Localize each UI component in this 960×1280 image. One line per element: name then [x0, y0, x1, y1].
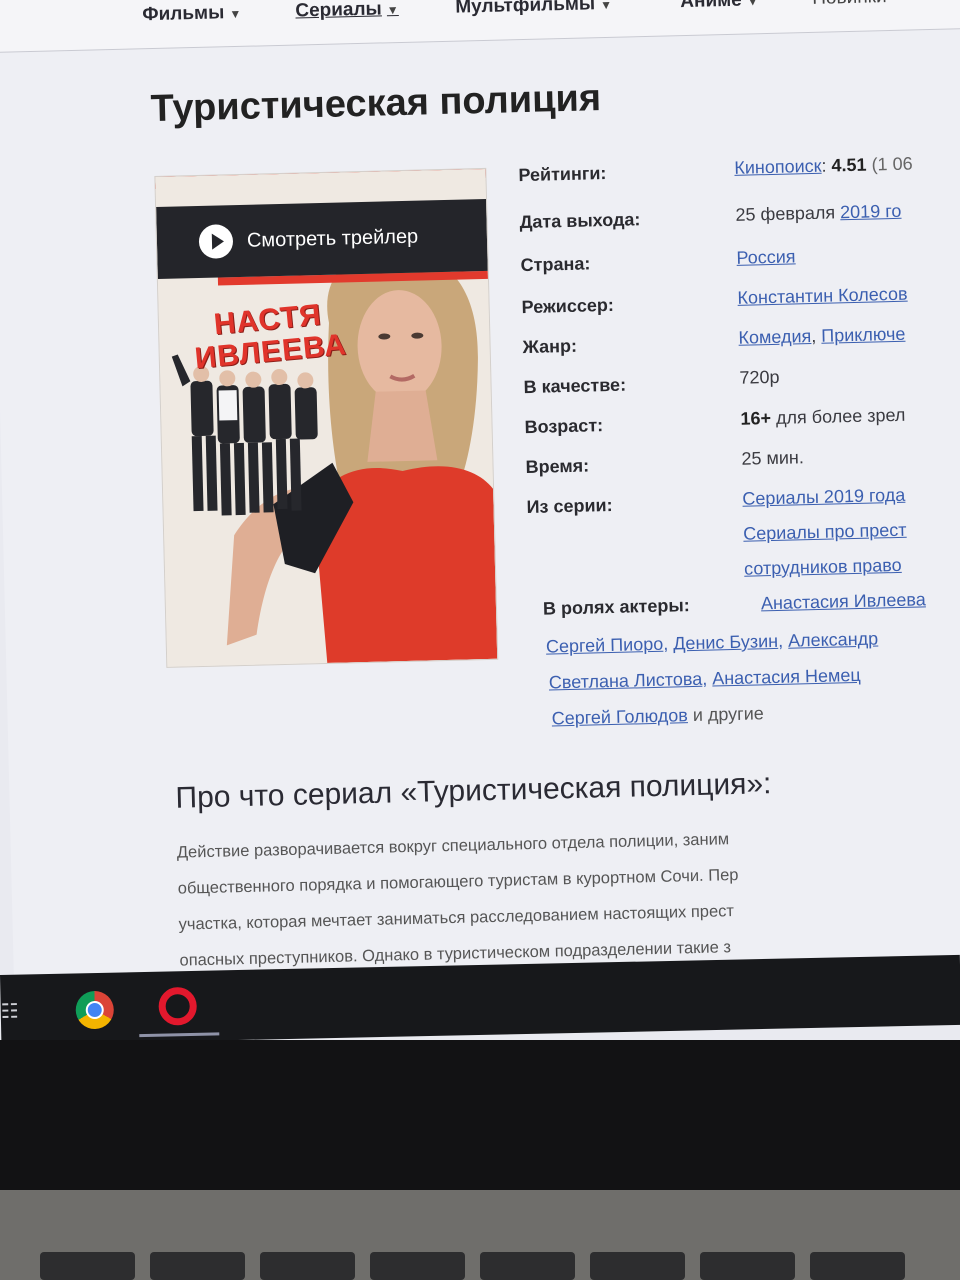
nav-serials[interactable]: Сериалы ▼: [295, 0, 399, 23]
director-label: Режиссер:: [521, 294, 615, 318]
series-link-3[interactable]: сотрудников право: [744, 555, 902, 580]
active-app-indicator: [139, 1032, 220, 1038]
cast-others: и другие: [692, 703, 765, 726]
watch-trailer-button[interactable]: Смотреть трейлер: [156, 198, 488, 279]
keyboard-key: [260, 1252, 355, 1280]
keyboard-key: [590, 1252, 685, 1280]
top-navigation: Фильмы▼ Сериалы▼ Мультфильмы▼ Аниме▼ Нов…: [0, 0, 960, 53]
nav-serials-label: Сериалы: [295, 0, 383, 22]
about-text-line: общественного порядка и помогающего тури…: [177, 865, 739, 898]
genre-link-comedy[interactable]: Комедия: [738, 326, 811, 348]
chevron-down-icon: ▼: [386, 3, 399, 18]
ratings-value: Кинопоиск: 4.51 (1 06: [734, 154, 913, 179]
genre-label: Жанр:: [522, 335, 578, 358]
director-link[interactable]: Константин Колесов: [737, 284, 908, 308]
time-label: Время:: [525, 455, 590, 478]
genre-link-adventure[interactable]: Приключе: [821, 324, 906, 346]
keyboard-key: [810, 1252, 905, 1280]
age-value: 16+ для более зрел: [740, 405, 905, 430]
series-link-3-text: сотрудников право: [743, 554, 902, 579]
time-value: 25 мин.: [741, 447, 805, 469]
watch-trailer-label: Смотреть трейлер: [246, 225, 419, 252]
actor-link[interactable]: Сергей Голюдов: [551, 705, 688, 728]
country-value: Россия: [736, 246, 796, 268]
about-text-line: участка, которая мечтает заниматься расс…: [178, 902, 735, 934]
nav-anime[interactable]: Аниме ▼: [680, 0, 759, 13]
nav-anime-label: Аниме: [679, 0, 742, 13]
nav-cartoons-label: Мультфильмы: [455, 0, 596, 18]
ratings-score: 4.51: [831, 154, 867, 176]
quality-value: 720p: [739, 366, 780, 388]
genre-separator: ,: [811, 325, 822, 347]
keyboard-key: [150, 1252, 245, 1280]
ratings-label: Рейтинги:: [518, 162, 607, 186]
age-rating: 16+: [740, 408, 772, 429]
actor-link[interactable]: Александр: [788, 628, 879, 650]
cast-label: В ролях актеры:: [542, 595, 690, 619]
series-label: Из серии:: [526, 494, 613, 518]
actor-link[interactable]: Денис Бузин: [673, 631, 778, 654]
chevron-down-icon: ▼: [600, 0, 613, 13]
nav-new[interactable]: Новинки: [812, 0, 887, 10]
series-link-2-text: Сериалы про прест: [743, 519, 907, 544]
country-label: Страна:: [520, 253, 591, 276]
series-link-1-text: Сериалы 2019 года: [742, 484, 906, 509]
cast-line-2: Сергей Пиоро, Денис Бузин, Александр: [545, 628, 879, 657]
quality-label: В качестве:: [523, 374, 627, 398]
nav-films-label: Фильмы: [142, 2, 225, 26]
cast-line-4: Сергей Голюдов и другие: [551, 703, 764, 729]
genre-value: Комедия, Приключе: [738, 324, 905, 349]
keyboard-key: [370, 1252, 465, 1280]
actor-link[interactable]: Сергей Пиоро: [546, 634, 664, 657]
about-text-line: Действие разворачивается вокруг специаль…: [176, 830, 730, 862]
about-heading: Про что сериал «Туристическая полиция»:: [175, 767, 772, 815]
country-link[interactable]: Россия: [736, 246, 796, 267]
release-date: 25 февраля: [735, 202, 836, 225]
series-link-2[interactable]: Сериалы про прест: [743, 520, 907, 545]
kinopoisk-link[interactable]: Кинопоиск: [734, 156, 822, 178]
play-icon: [198, 224, 234, 259]
age-note: для более зрел: [775, 404, 906, 428]
cast-line-1: Анастасия Ивлеева: [761, 589, 926, 614]
page-title: Туристическая полиция: [150, 77, 602, 131]
cast-line-3: Светлана Листова, Анастасия Немец: [548, 664, 861, 693]
screen-bezel: [0, 1040, 960, 1190]
release-value: 25 февраля 2019 го: [735, 201, 901, 226]
nav-cartoons[interactable]: Мультфильмы ▼: [455, 0, 612, 19]
ratings-votes: (1 06: [871, 153, 913, 175]
nav-films[interactable]: Фильмы ▼: [142, 2, 241, 26]
chrome-icon[interactable]: [75, 990, 115, 1030]
laptop-screen: Фильмы▼ Сериалы▼ Мультфильмы▼ Аниме▼ Нов…: [0, 0, 960, 1040]
age-label: Возраст:: [524, 415, 604, 438]
series-link-1[interactable]: Сериалы 2019 года: [742, 485, 905, 510]
actor-link[interactable]: Светлана Листова: [549, 669, 703, 693]
keyboard-key: [480, 1252, 575, 1280]
keyboard-key: [40, 1252, 135, 1280]
keyboard-key: [700, 1252, 795, 1280]
director-value: Константин Колесов: [737, 284, 908, 309]
series-poster: Смотреть трейлер НАСТЯ ИВЛЕЕВА: [154, 167, 499, 668]
release-year-link[interactable]: 2019 го: [840, 201, 902, 222]
actor-link[interactable]: Анастасия Немец: [712, 665, 861, 689]
task-view-icon[interactable]: ☷: [1, 999, 23, 1023]
opera-icon[interactable]: [158, 986, 198, 1026]
chevron-down-icon: ▼: [746, 0, 759, 9]
chevron-down-icon: ▼: [229, 6, 242, 22]
web-page: Фильмы▼ Сериалы▼ Мультфильмы▼ Аниме▼ Нов…: [0, 0, 960, 985]
release-label: Дата выхода:: [519, 209, 641, 233]
actor-link[interactable]: Анастасия Ивлеева: [761, 589, 926, 613]
